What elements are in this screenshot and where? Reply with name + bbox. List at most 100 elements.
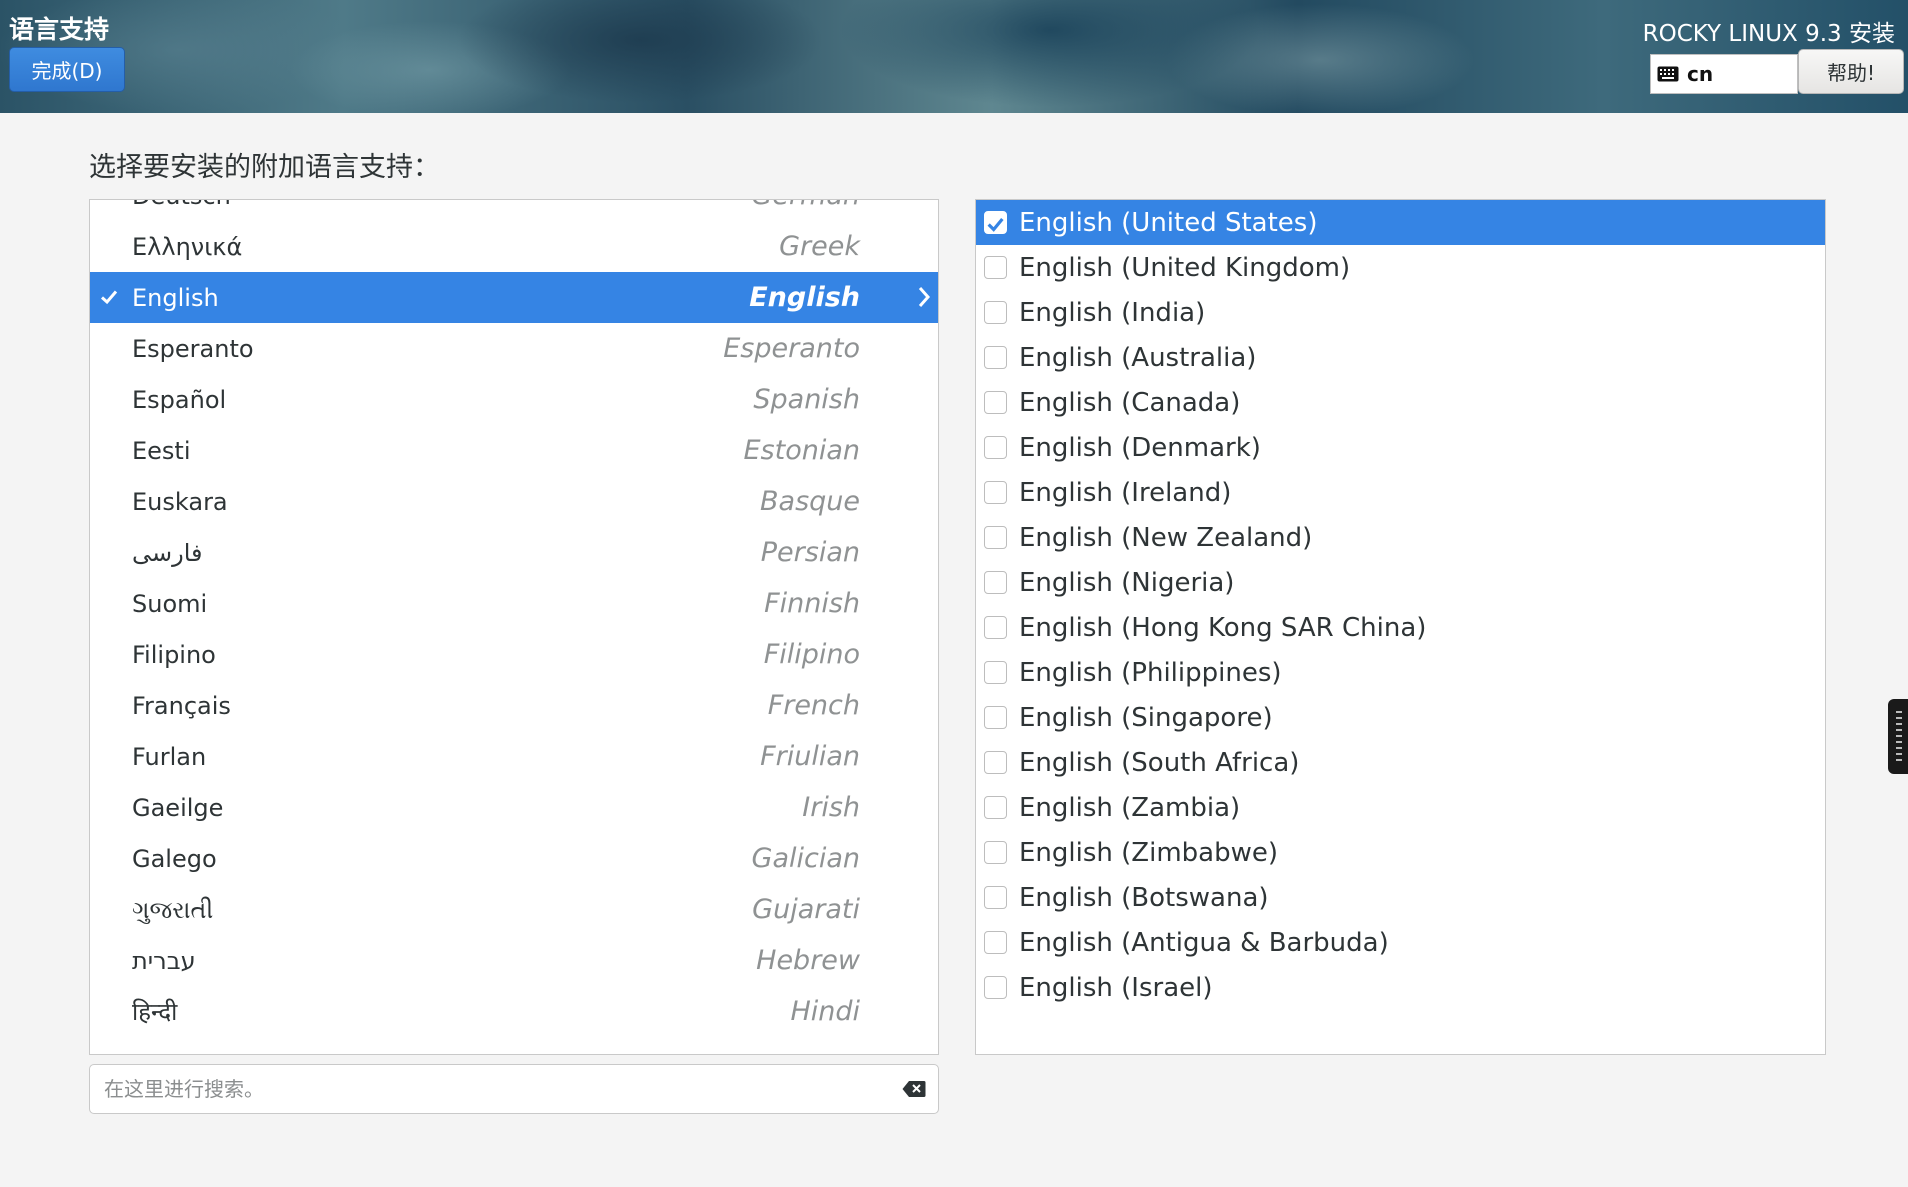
- locale-row[interactable]: English (Denmark): [976, 425, 1825, 470]
- language-row[interactable]: Deutsch German: [90, 200, 938, 221]
- locale-label: English (India): [1019, 297, 1206, 328]
- language-english-name: Hebrew: [756, 945, 860, 976]
- language-english-name: English: [749, 282, 860, 313]
- language-native-name: فارسی: [132, 538, 203, 567]
- language-native-name: עברית: [132, 946, 196, 975]
- language-native-name: Eesti: [132, 436, 191, 465]
- locale-checkbox[interactable]: [984, 751, 1007, 774]
- locale-checkbox[interactable]: [984, 346, 1007, 369]
- language-native-name: Gaeilge: [132, 793, 224, 822]
- locale-row[interactable]: English (Australia): [976, 335, 1825, 380]
- language-native-name: Español: [132, 385, 227, 414]
- language-english-name: Greek: [779, 231, 860, 262]
- locale-checkbox[interactable]: [984, 571, 1007, 594]
- locale-label: English (Antigua & Barbuda): [1019, 927, 1389, 958]
- locale-row[interactable]: English (Zimbabwe): [976, 830, 1825, 875]
- locale-label: English (Nigeria): [1019, 567, 1235, 598]
- keyboard-icon: [1657, 66, 1679, 82]
- locale-checkbox[interactable]: [984, 841, 1007, 864]
- keyboard-layout-indicator[interactable]: cn: [1650, 54, 1798, 94]
- locale-list-panel[interactable]: English (United States) English (United K…: [975, 199, 1826, 1055]
- help-button[interactable]: 帮助!: [1798, 49, 1904, 94]
- language-list-panel[interactable]: DeutschGermanΕλληνικάGreekEnglishEnglish…: [89, 199, 939, 1055]
- locale-checkbox[interactable]: [984, 886, 1007, 909]
- locale-label: English (Australia): [1019, 342, 1257, 373]
- language-english-name: German: [751, 200, 860, 211]
- locale-checkbox[interactable]: [984, 256, 1007, 279]
- locale-row[interactable]: English (United Kingdom): [976, 245, 1825, 290]
- locale-checkbox[interactable]: [984, 211, 1007, 234]
- locale-label: English (Israel): [1019, 972, 1213, 1003]
- language-row[interactable]: Euskara Basque: [90, 476, 938, 527]
- locale-checkbox[interactable]: [984, 391, 1007, 414]
- locale-row[interactable]: English (Israel): [976, 965, 1825, 1010]
- language-english-name: Spanish: [753, 384, 860, 415]
- locale-row[interactable]: English (Ireland): [976, 470, 1825, 515]
- language-row[interactable]: Filipino Filipino: [90, 629, 938, 680]
- locale-checkbox[interactable]: [984, 661, 1007, 684]
- locale-label: English (Canada): [1019, 387, 1241, 418]
- locale-row[interactable]: English (New Zealand): [976, 515, 1825, 560]
- language-native-name: English: [132, 283, 219, 312]
- language-native-name: Deutsch: [132, 200, 231, 210]
- locale-row[interactable]: English (Philippines): [976, 650, 1825, 695]
- locale-label: English (United Kingdom): [1019, 252, 1351, 283]
- locale-checkbox[interactable]: [984, 616, 1007, 639]
- language-row[interactable]: فارسی Persian: [90, 527, 938, 578]
- locale-checkbox[interactable]: [984, 481, 1007, 504]
- locale-checkbox[interactable]: [984, 706, 1007, 729]
- language-row[interactable]: Gaeilge Irish: [90, 782, 938, 833]
- locale-checkbox[interactable]: [984, 301, 1007, 324]
- side-panel-handle[interactable]: [1888, 699, 1908, 774]
- locale-row[interactable]: English (Antigua & Barbuda): [976, 920, 1825, 965]
- language-row[interactable]: Español Spanish: [90, 374, 938, 425]
- language-native-name: Esperanto: [132, 334, 254, 363]
- search-input[interactable]: [102, 1073, 882, 1105]
- language-native-name: Euskara: [132, 487, 228, 516]
- language-row[interactable]: Esperanto Esperanto: [90, 323, 938, 374]
- language-english-name: Estonian: [743, 435, 860, 466]
- locale-label: English (United States): [1019, 207, 1318, 238]
- language-english-name: Irish: [802, 792, 860, 823]
- search-box: [89, 1064, 939, 1114]
- locale-row[interactable]: English (Botswana): [976, 875, 1825, 920]
- locale-label: English (Zambia): [1019, 792, 1241, 823]
- backspace-clear-icon[interactable]: [902, 1080, 926, 1098]
- language-row[interactable]: Galego Galician: [90, 833, 938, 884]
- language-row[interactable]: עברית Hebrew: [90, 935, 938, 986]
- locale-label: English (Philippines): [1019, 657, 1282, 688]
- language-row[interactable]: Eesti Estonian: [90, 425, 938, 476]
- language-row[interactable]: हिन्दी Hindi: [90, 986, 938, 1037]
- locale-row[interactable]: English (United States): [976, 200, 1825, 245]
- locale-checkbox[interactable]: [984, 526, 1007, 549]
- locale-checkbox[interactable]: [984, 931, 1007, 954]
- language-english-name: Hindi: [790, 996, 860, 1027]
- language-row[interactable]: Ελληνικά Greek: [90, 221, 938, 272]
- locale-checkbox[interactable]: [984, 796, 1007, 819]
- locale-row[interactable]: English (South Africa): [976, 740, 1825, 785]
- locale-label: English (Singapore): [1019, 702, 1273, 733]
- locale-label: English (Zimbabwe): [1019, 837, 1278, 868]
- done-button[interactable]: 完成(D): [9, 47, 125, 92]
- locale-checkbox[interactable]: [984, 436, 1007, 459]
- locale-label: English (New Zealand): [1019, 522, 1313, 553]
- locale-row[interactable]: English (Canada): [976, 380, 1825, 425]
- language-row[interactable]: Français French: [90, 680, 938, 731]
- locale-row[interactable]: English (India): [976, 290, 1825, 335]
- locale-row[interactable]: English (Hong Kong SAR China): [976, 605, 1825, 650]
- checkmark-icon: [100, 290, 118, 305]
- language-english-name: Esperanto: [723, 333, 860, 364]
- locale-row[interactable]: English (Zambia): [976, 785, 1825, 830]
- language-row[interactable]: English English: [90, 272, 938, 323]
- locale-label: English (Ireland): [1019, 477, 1232, 508]
- language-english-name: Filipino: [763, 639, 860, 670]
- locale-row[interactable]: English (Singapore): [976, 695, 1825, 740]
- locale-list: English (United States) English (United K…: [976, 200, 1825, 1010]
- language-row[interactable]: ગુજરાતી Gujarati: [90, 884, 938, 935]
- language-row[interactable]: Furlan Friulian: [90, 731, 938, 782]
- locale-row[interactable]: English (Nigeria): [976, 560, 1825, 605]
- locale-checkbox[interactable]: [984, 976, 1007, 999]
- language-row[interactable]: Suomi Finnish: [90, 578, 938, 629]
- language-native-name: Français: [132, 691, 231, 720]
- language-english-name: Gujarati: [752, 894, 860, 925]
